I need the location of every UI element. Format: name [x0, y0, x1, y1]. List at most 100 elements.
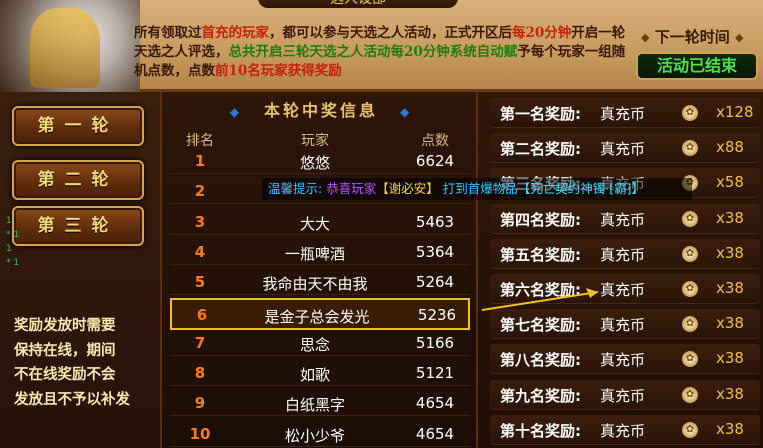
coin-icon[interactable]: ✿ — [682, 421, 698, 438]
reward-row: 第五名奖励: 真充币 x38 ✿ — [490, 238, 760, 269]
reward-qty: x58 — [716, 173, 744, 192]
table-row: 8 如歌 5121 — [170, 362, 470, 387]
points-cell: 5121 — [415, 364, 455, 383]
reward-item: 真充币 — [600, 386, 646, 405]
reward-label: 第五名奖励: — [500, 245, 581, 264]
reward-item: 真充币 — [600, 421, 646, 440]
reward-qty: x38 — [716, 279, 744, 297]
activity-status-button[interactable]: 活动已结束 — [636, 52, 758, 80]
player-cell: 思念 — [299, 335, 330, 354]
coin-icon[interactable]: ✿ — [682, 281, 698, 297]
player-cell: 我命由天不由我 — [262, 275, 368, 294]
reward-row: 第十名奖励: 真充币 x38 ✿ — [490, 414, 760, 445]
table-row: 9 白纸黑字 4654 — [170, 392, 470, 417]
coin-icon[interactable]: ✿ — [682, 351, 698, 368]
player-cell: 是金子总会发光 — [264, 307, 370, 326]
reward-label: 第八名奖励: — [500, 351, 581, 370]
coin-icon[interactable]: ✿ — [682, 386, 698, 403]
coin-icon[interactable]: ✿ — [682, 245, 698, 262]
reward-qty: x128 — [716, 103, 754, 121]
reward-row: 第八名奖励: 真充币 x38 ✿ — [490, 344, 760, 375]
reward-item: 真充币 — [600, 316, 646, 335]
diamond-icon: ◆ — [641, 31, 650, 44]
coin-icon[interactable]: ✿ — [682, 316, 698, 333]
reward-item: 真充币 — [600, 245, 646, 264]
toast-msg1: 恭喜玩家 — [326, 181, 377, 196]
intro-segment: 总共开启三轮天选之人活动每20分钟系统自动赋 — [228, 44, 518, 60]
rank-cell: 3 — [194, 212, 206, 231]
round-1-label: 第一轮 — [37, 116, 119, 136]
header-rank: 排名 — [186, 133, 214, 149]
rank-cell: 4 — [194, 242, 206, 261]
player-cell: 大大 — [299, 214, 330, 233]
reward-qty: x38 — [716, 419, 744, 438]
intro-segment: ，都可以参与天选之人活动，正式开区后 — [269, 25, 512, 41]
reward-label: 第七名奖励: — [500, 316, 581, 335]
round-1-button[interactable]: 第一轮 — [12, 106, 144, 146]
player-cell: 如歌 — [299, 366, 330, 385]
event-description: 所有领取过首充的玩家，都可以参与天选之人活动，正式开区后每20分钟开启一轮天选之… — [134, 24, 634, 81]
side-log-line: * 1 — [6, 258, 20, 268]
intro-segment: 首充的玩家 — [201, 25, 270, 41]
table-row: 3 大大 5463 — [170, 211, 470, 235]
pointer-arrow-icon — [481, 288, 599, 311]
reward-qty: x38 — [716, 243, 744, 262]
rank-cell: 10 — [189, 424, 211, 443]
coin-icon[interactable]: ✿ — [682, 140, 698, 157]
reward-row: 第四名奖励: 真充币 x38 ✿ — [490, 203, 760, 234]
points-cell: 5264 — [415, 273, 455, 292]
reward-label: 第二名奖励: — [500, 140, 581, 159]
reward-qty: x38 — [716, 349, 744, 368]
round-3-label: 第三轮 — [37, 216, 119, 236]
round-2-label: 第二轮 — [37, 170, 119, 190]
table-row: 10 松小少爷 4654 — [170, 423, 470, 447]
points-cell: 5463 — [415, 212, 455, 231]
side-log-line: * 1 — [6, 230, 20, 240]
intro-segment: 每20分钟 — [512, 25, 572, 41]
coin-icon[interactable]: ✿ — [682, 105, 698, 121]
reward-item: 真充币 — [600, 140, 646, 159]
intro-segment: 所有领取过 — [134, 25, 202, 41]
rank-cell: 1 — [194, 152, 206, 170]
table-row-highlighted: 6 是金子总会发光 5236 — [170, 297, 470, 330]
system-toast: 温馨提示: 恭喜玩家【谢必安】 打到首爆物品【死亡契约神镯·[霸]】 — [262, 178, 692, 200]
points-cell: 5364 — [415, 242, 455, 261]
toast-player[interactable]: 【谢必安】 — [376, 181, 439, 196]
event-window: 选人设部 所有领取过首充的玩家，都可以参与天选之人活动，正式开区后每20分钟开启… — [0, 0, 763, 448]
side-log: 1 * 1 1 * 1 — [6, 214, 19, 270]
rank-cell: 7 — [194, 333, 206, 352]
reward-qty: x88 — [716, 138, 744, 157]
toast-msg2: 打到首爆物品 — [442, 181, 518, 196]
round-2-button[interactable]: 第二轮 — [12, 160, 144, 200]
rank-cell: 9 — [194, 394, 206, 413]
toast-item[interactable]: 【死亡契约神镯·[霸]】 — [518, 181, 644, 196]
round-3-button[interactable]: 第三轮 — [12, 206, 144, 246]
reward-notice: 奖励发放时需要 保持在线，期间 不在线奖励不会 发放且不予以补发 — [14, 314, 154, 412]
hero-portrait — [0, 0, 140, 92]
rank-cell: 2 — [194, 182, 206, 201]
player-cell: 松小少爷 — [284, 426, 345, 445]
gem-icon: ◆ — [400, 104, 413, 119]
reward-label: 第九名奖励: — [500, 386, 581, 405]
ranking-title: ◆ 本轮中奖信息 ◆ — [162, 98, 480, 124]
points-cell: 6624 — [415, 152, 455, 170]
round-sidebar: 第一轮 第二轮 第三轮 1 * 1 1 * 1 奖励发放时需要 保持在线，期间 … — [0, 92, 160, 448]
ranking-header: 排名 玩家 点数 — [162, 128, 480, 150]
rank-cell: 8 — [194, 364, 206, 383]
points-cell: 5166 — [415, 333, 455, 352]
gem-icon: ◆ — [229, 104, 242, 119]
window-title: 选人设部 — [258, 0, 458, 8]
notice-line: 不在线奖励不会 — [14, 367, 116, 383]
points-cell: 4654 — [415, 424, 455, 443]
player-cell: 悠悠 — [299, 154, 330, 172]
notice-line: 发放且不予以补发 — [14, 391, 130, 408]
reward-item: 真充币 — [600, 351, 646, 370]
reward-list: 第一名奖励:真充币x128✿第二名奖励:真充币x88✿第三名奖励:真充币x58✿… — [480, 92, 763, 448]
next-round-text: 下一轮时间 — [654, 28, 730, 46]
reward-row: 第一名奖励: 真充币 x128 ✿ — [490, 98, 760, 128]
ranking-title-text: 本轮中奖信息 — [263, 101, 378, 120]
intro-segment: 前10名玩家获得奖励 — [215, 63, 342, 79]
header-points: 点数 — [421, 133, 449, 149]
coin-icon[interactable]: ✿ — [682, 210, 698, 227]
table-row: 5 我命由天不由我 5264 — [170, 271, 470, 296]
